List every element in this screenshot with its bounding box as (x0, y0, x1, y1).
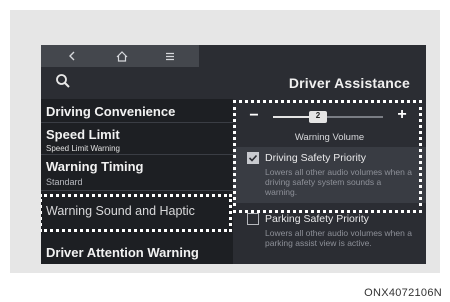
page-title: Driver Assistance (288, 75, 410, 91)
checkbox-unchecked-icon[interactable] (247, 213, 259, 225)
infotainment-screen: Driver Assistance Driving Convenience Sp… (41, 45, 426, 264)
back-button[interactable] (57, 45, 87, 67)
menu-item-sublabel: Speed Limit Warning (46, 144, 120, 153)
selected-item-highlight (41, 194, 232, 232)
menu-item-label: Warning Timing (46, 159, 144, 174)
menu-item-speed-limit[interactable]: Speed Limit Speed Limit Warning (41, 123, 233, 155)
home-icon (116, 50, 128, 62)
option-title: Parking Safety Priority (265, 213, 369, 225)
search-button[interactable] (55, 73, 75, 93)
menu-item-label: Speed Limit (46, 127, 120, 142)
menu-item-driver-attention-warning[interactable]: Driver Attention Warning (41, 231, 233, 264)
option-description: Lowers all other audio volumes when a pa… (265, 228, 412, 248)
menu-icon (166, 52, 174, 60)
menu-item-label: Driver Attention Warning (46, 245, 199, 260)
page-header: Driver Assistance (41, 67, 426, 99)
chevron-left-icon (69, 51, 75, 61)
menu-item-driving-convenience[interactable]: Driving Convenience (41, 99, 233, 123)
search-icon (56, 74, 70, 88)
menu-item-label: Driving Convenience (46, 104, 176, 119)
home-button[interactable] (107, 45, 137, 67)
menu-item-warning-timing[interactable]: Warning Timing Standard (41, 155, 233, 191)
detail-area-highlight (233, 100, 422, 213)
settings-menu-list: Driving Convenience Speed Limit Speed Li… (41, 99, 233, 264)
menu-item-sublabel: Standard (46, 177, 83, 187)
figure-code: ONX4072106N (364, 287, 442, 299)
menu-button[interactable] (155, 45, 185, 67)
top-bar (41, 45, 426, 67)
